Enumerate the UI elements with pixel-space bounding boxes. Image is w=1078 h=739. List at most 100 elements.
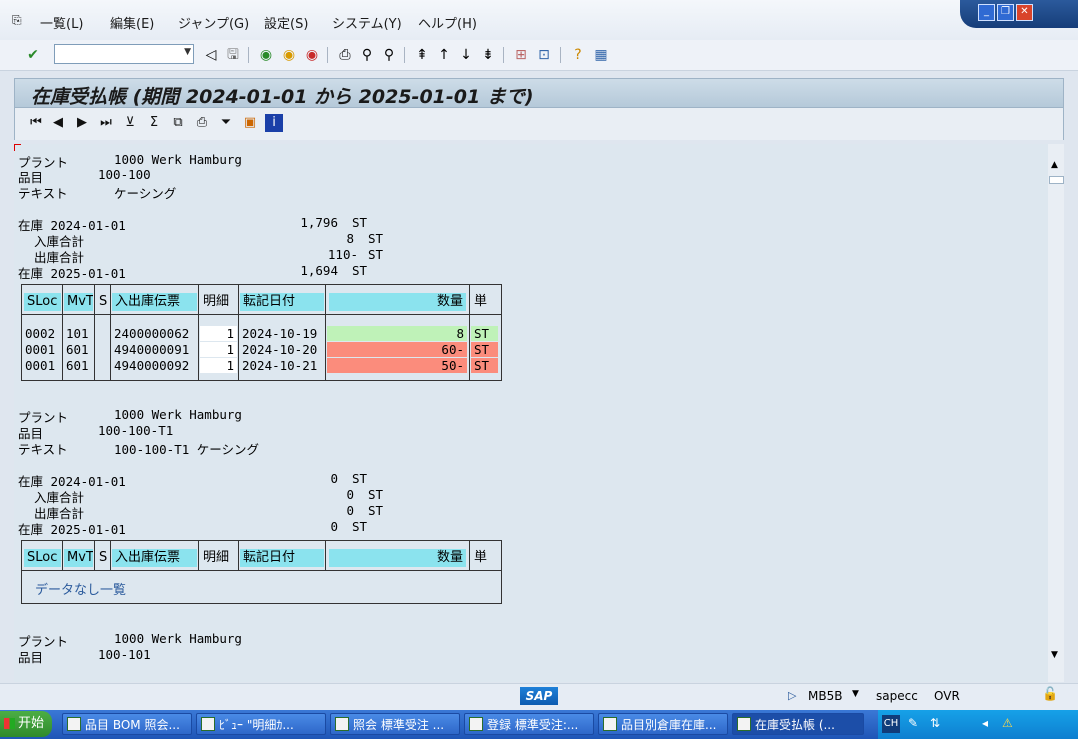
table-cell-doc[interactable]: 4940000092 (111, 358, 198, 373)
warning-icon[interactable]: ⚠ (1002, 716, 1013, 730)
column-header-doc[interactable]: 入出庫伝票 (112, 549, 197, 567)
table-cell-qty[interactable]: 50- (327, 358, 467, 373)
menu-edit[interactable]: 編集(E) (110, 13, 154, 32)
first-page-icon[interactable]: ⏮ (27, 114, 45, 132)
table-cell-sloc[interactable]: 0001 (22, 342, 62, 357)
last-page-icon[interactable]: ⇟ (479, 46, 497, 64)
layout-filter-icon[interactable]: ⏷ (217, 114, 235, 132)
table-cell-date[interactable]: 2024-10-20 (239, 342, 325, 357)
table-cell-mvt[interactable]: 601 (63, 342, 94, 357)
table-cell-date[interactable]: 2024-10-19 (239, 326, 325, 341)
column-header-s[interactable]: S (96, 549, 109, 567)
column-header-item[interactable]: 明細 (200, 293, 237, 311)
table-cell-item[interactable]: 1 (200, 342, 237, 357)
scroll-up-icon[interactable]: ▲ (1051, 160, 1058, 170)
network-icon[interactable]: ⇅ (930, 716, 940, 730)
column-header-date[interactable]: 転記日付 (240, 293, 324, 311)
taskbar-item[interactable]: 登録 標準受注:... (464, 713, 594, 735)
ime-icon[interactable]: ✎ (908, 716, 918, 730)
column-header-qty[interactable]: 数量 (329, 549, 466, 567)
restore-icon[interactable]: ❐ (997, 4, 1014, 21)
table-cell-item[interactable]: 1 (200, 358, 237, 373)
table-cell-unit[interactable]: ST (471, 326, 498, 341)
collapse-left-icon[interactable]: ◁ (202, 46, 220, 64)
taskbar-item[interactable]: 品目別倉庫在庫... (598, 713, 728, 735)
find-next-icon[interactable]: ⚲ (380, 46, 398, 64)
next-page-icon[interactable]: ↓ (457, 46, 475, 64)
table-cell-unit[interactable]: ST (471, 358, 498, 373)
sum-icon[interactable]: Σ (145, 114, 163, 132)
filter-icon[interactable]: ⊻ (121, 114, 139, 132)
command-field[interactable]: ▼ (54, 44, 194, 64)
column-header-sloc[interactable]: SLoc (24, 549, 61, 567)
column-header-qty[interactable]: 数量 (329, 293, 466, 311)
table-cell-mvt[interactable]: 101 (63, 326, 94, 341)
column-header-mvt[interactable]: MvT (64, 549, 93, 567)
taskbar-item[interactable]: ﾋﾞｭｰ "明細ｶ... (196, 713, 326, 735)
column-header-date[interactable]: 転記日付 (240, 549, 324, 567)
shortcut-icon[interactable]: ⊡ (535, 46, 553, 64)
table-cell-unit[interactable]: ST (471, 342, 498, 357)
next-page-icon[interactable]: ▶ (73, 114, 91, 132)
start-button[interactable]: 开始 (0, 711, 52, 737)
close-icon[interactable]: ✕ (1016, 4, 1033, 21)
new-session-icon[interactable]: ⊞ (512, 46, 530, 64)
column-header-unit[interactable]: 単 (471, 549, 498, 567)
menu-icon[interactable]: ⎘ (12, 13, 22, 28)
issues-unit: ST (368, 247, 384, 262)
table-cell-doc[interactable]: 4940000091 (111, 342, 198, 357)
language-indicator[interactable]: CH (882, 715, 900, 733)
last-page-icon[interactable]: ⏭ (97, 114, 115, 132)
menu-list[interactable]: 一覧(L) (40, 13, 83, 32)
lock-icon[interactable]: 🔓 (1042, 687, 1058, 702)
column-header-mvt[interactable]: MvT (64, 293, 93, 311)
enter-check-icon[interactable]: ✔ (24, 46, 42, 64)
cancel-icon[interactable]: ◉ (303, 46, 321, 64)
taskbar-item[interactable]: 品目 BOM 照会... (62, 713, 192, 735)
taskbar-item-label: 品目別倉庫在庫... (621, 718, 717, 732)
table-cell-qty[interactable]: 60- (327, 342, 467, 357)
issues-unit: ST (368, 503, 384, 518)
table-cell-qty[interactable]: 8 (327, 326, 467, 341)
taskbar-item[interactable]: 照会 標準受注 ... (330, 713, 460, 735)
table-cell-sloc[interactable]: 0002 (22, 326, 62, 341)
print-icon[interactable]: ⎙ (336, 46, 354, 64)
plant-value: 1000 Werk Hamburg (114, 631, 242, 646)
table-cell-doc[interactable]: 2400000062 (111, 326, 198, 341)
prev-page-icon[interactable]: ◀ (49, 114, 67, 132)
menu-goto[interactable]: ジャンプ(G) (178, 13, 249, 32)
table-cell-sloc[interactable]: 0001 (22, 358, 62, 373)
menu-help[interactable]: ヘルプ(H) (418, 13, 477, 32)
scroll-down-icon[interactable]: ▼ (1051, 650, 1058, 660)
menu-settings[interactable]: 設定(S) (264, 13, 308, 32)
export-icon[interactable]: ▣ (241, 114, 259, 132)
column-header-sloc[interactable]: SLoc (24, 293, 61, 311)
subtotal-icon[interactable]: ⧉ (169, 114, 187, 132)
table-cell-date[interactable]: 2024-10-21 (239, 358, 325, 373)
table-cell-mvt[interactable]: 601 (63, 358, 94, 373)
exit-icon[interactable]: ◉ (280, 46, 298, 64)
status-expand-icon[interactable]: ▷ (788, 689, 796, 702)
column-header-doc[interactable]: 入出庫伝票 (112, 293, 197, 311)
taskbar-item-active[interactable]: 在庫受払帳 (... (732, 713, 864, 735)
column-header-unit[interactable]: 単 (471, 293, 498, 311)
column-header-s[interactable]: S (96, 293, 109, 311)
table-cell-item[interactable]: 1 (200, 326, 237, 341)
volume-icon[interactable]: ◂ (982, 716, 988, 730)
find-icon[interactable]: ⚲ (358, 46, 376, 64)
layout-icon[interactable]: ▦ (592, 46, 610, 64)
first-page-icon[interactable]: ⇞ (413, 46, 431, 64)
info-icon[interactable]: i (265, 114, 283, 132)
column-header-item[interactable]: 明細 (200, 549, 237, 567)
prev-page-icon[interactable]: ↑ (435, 46, 453, 64)
print-preview-icon[interactable]: ⎙ (193, 114, 211, 132)
vertical-scrollbar[interactable]: ▲ ▼ (1048, 144, 1064, 682)
back-icon[interactable]: ◉ (257, 46, 275, 64)
menu-system[interactable]: システム(Y) (332, 13, 402, 32)
help-icon[interactable]: ? (569, 46, 587, 64)
minimize-icon[interactable]: _ (978, 4, 995, 21)
chevron-down-icon[interactable]: ▼ (852, 689, 859, 699)
save-icon[interactable]: 🖫 (224, 46, 242, 64)
scroll-thumb[interactable] (1049, 176, 1064, 184)
chevron-down-icon[interactable]: ▼ (184, 47, 191, 57)
